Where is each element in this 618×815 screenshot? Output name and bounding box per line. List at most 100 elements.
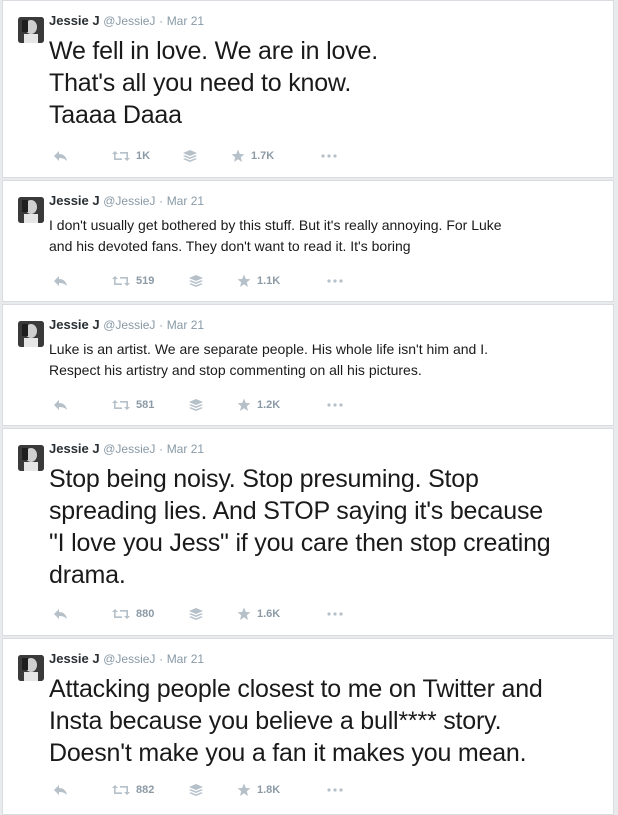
tweet-text-line: Attacking people closest to me on Twitte… [49, 675, 543, 703]
tweet-text-line: "I love you Jess" if you care then stop … [49, 529, 551, 557]
tweet-text-line: Doesn't make you a fan it makes you mean… [49, 739, 527, 767]
avatar[interactable] [18, 17, 44, 43]
more-button[interactable] [327, 273, 343, 289]
tweet-date[interactable]: Mar 21 [167, 318, 204, 332]
tweet-text-line: We fell in love. We are in love. [49, 37, 378, 65]
reply-icon [53, 150, 68, 162]
buffer-icon [189, 608, 203, 620]
reply-icon [53, 399, 68, 411]
retweet-button[interactable]: 880 [112, 606, 154, 622]
reply-button[interactable] [53, 397, 68, 413]
tweet-header: Jessie J @JessieJ · Mar 21 [49, 441, 204, 457]
reply-icon [53, 275, 68, 287]
favorite-count: 1.7K [251, 150, 275, 162]
tweet-header: Jessie J @JessieJ · Mar 21 [49, 651, 204, 667]
favorite-count: 1.6K [257, 608, 281, 620]
star-icon [237, 398, 251, 412]
favorite-button[interactable]: 1.8K [237, 782, 280, 798]
retweet-button[interactable]: 882 [112, 782, 154, 798]
star-icon [237, 274, 251, 288]
author-handle[interactable]: @JessieJ [103, 318, 155, 332]
author-name[interactable]: Jessie J [49, 193, 100, 208]
tweet-text-line: drama. [49, 561, 126, 589]
tweet-date[interactable]: Mar 21 [167, 14, 204, 28]
tweet: Jessie J @JessieJ · Mar 21 We fell in lo… [2, 0, 614, 178]
author-handle[interactable]: @JessieJ [103, 442, 155, 456]
retweet-button[interactable]: 519 [112, 273, 154, 289]
separator: · [159, 318, 164, 332]
favorite-count: 1.8K [257, 784, 281, 796]
more-icon [321, 153, 337, 159]
buffer-button[interactable] [189, 782, 203, 798]
author-handle[interactable]: @JessieJ [103, 194, 155, 208]
favorite-count: 1.2K [257, 399, 281, 411]
tweet-date[interactable]: Mar 21 [167, 652, 204, 666]
tweet-text-line: Respect his artistry and stop commenting… [49, 362, 422, 378]
more-icon [327, 402, 343, 408]
buffer-icon [189, 399, 203, 411]
favorite-button[interactable]: 1.1K [237, 273, 280, 289]
reply-button[interactable] [53, 273, 68, 289]
tweet-text-line: Taaaa Daaa [49, 101, 182, 129]
more-button[interactable] [327, 606, 343, 622]
tweet: Jessie J @JessieJ · Mar 21 Attacking peo… [2, 638, 614, 815]
author-name[interactable]: Jessie J [49, 651, 100, 666]
favorite-button[interactable]: 1.6K [237, 606, 280, 622]
tweet-text-line: Insta because you believe a bull**** sto… [49, 707, 502, 735]
retweet-icon [112, 399, 130, 411]
reply-button[interactable] [53, 782, 68, 798]
tweet-text-line: Luke is an artist. We are separate peopl… [49, 341, 488, 357]
tweet-header: Jessie J @JessieJ · Mar 21 [49, 317, 204, 333]
retweet-count: 880 [136, 608, 155, 620]
buffer-icon [183, 150, 197, 162]
author-name[interactable]: Jessie J [49, 317, 100, 332]
tweet: Jessie J @JessieJ · Mar 21 Stop being no… [2, 428, 614, 636]
more-icon [327, 611, 343, 617]
avatar[interactable] [18, 655, 44, 681]
tweet-text: I don't usually get bothered by this stu… [49, 215, 599, 257]
avatar[interactable] [18, 321, 44, 347]
buffer-button[interactable] [189, 606, 203, 622]
more-button[interactable] [327, 782, 343, 798]
star-icon [237, 783, 251, 797]
retweet-button[interactable]: 581 [112, 397, 154, 413]
avatar[interactable] [18, 197, 44, 223]
star-icon [237, 607, 251, 621]
tweet-text: Luke is an artist. We are separate peopl… [49, 339, 599, 381]
retweet-button[interactable]: 1K [112, 148, 150, 164]
author-name[interactable]: Jessie J [49, 13, 100, 28]
tweet: Jessie J @JessieJ · Mar 21 I don't usual… [2, 180, 614, 302]
buffer-button[interactable] [189, 273, 203, 289]
favorite-button[interactable]: 1.7K [231, 148, 274, 164]
retweet-icon [112, 275, 130, 287]
author-handle[interactable]: @JessieJ [103, 652, 155, 666]
tweet-text-line: Stop being noisy. Stop presuming. Stop [49, 465, 479, 493]
avatar[interactable] [18, 445, 44, 471]
buffer-button[interactable] [189, 397, 203, 413]
separator: · [159, 652, 164, 666]
retweet-count: 1K [136, 150, 151, 162]
star-icon [231, 149, 245, 163]
favorite-button[interactable]: 1.2K [237, 397, 280, 413]
tweet-text-line: I don't usually get bothered by this stu… [49, 217, 502, 233]
more-icon [327, 278, 343, 284]
retweet-count: 581 [136, 399, 155, 411]
author-name[interactable]: Jessie J [49, 441, 100, 456]
more-icon [327, 787, 343, 793]
reply-button[interactable] [53, 148, 68, 164]
buffer-button[interactable] [183, 148, 197, 164]
tweet-date[interactable]: Mar 21 [167, 442, 204, 456]
tweet: Jessie J @JessieJ · Mar 21 Luke is an ar… [2, 304, 614, 426]
tweet-feed: Jessie J @JessieJ · Mar 21 We fell in lo… [0, 0, 618, 815]
tweet-date[interactable]: Mar 21 [167, 194, 204, 208]
reply-button[interactable] [53, 606, 68, 622]
tweet-text: We fell in love. We are in love. That's … [49, 35, 599, 131]
retweet-icon [112, 150, 130, 162]
more-button[interactable] [327, 397, 343, 413]
tweet-text-line: and his devoted fans. They don't want to… [49, 238, 411, 254]
tweet-text: Stop being noisy. Stop presuming. Stop s… [49, 463, 599, 591]
author-handle[interactable]: @JessieJ [103, 14, 155, 28]
separator: · [159, 14, 164, 28]
more-button[interactable] [321, 148, 337, 164]
tweet-header: Jessie J @JessieJ · Mar 21 [49, 193, 204, 209]
